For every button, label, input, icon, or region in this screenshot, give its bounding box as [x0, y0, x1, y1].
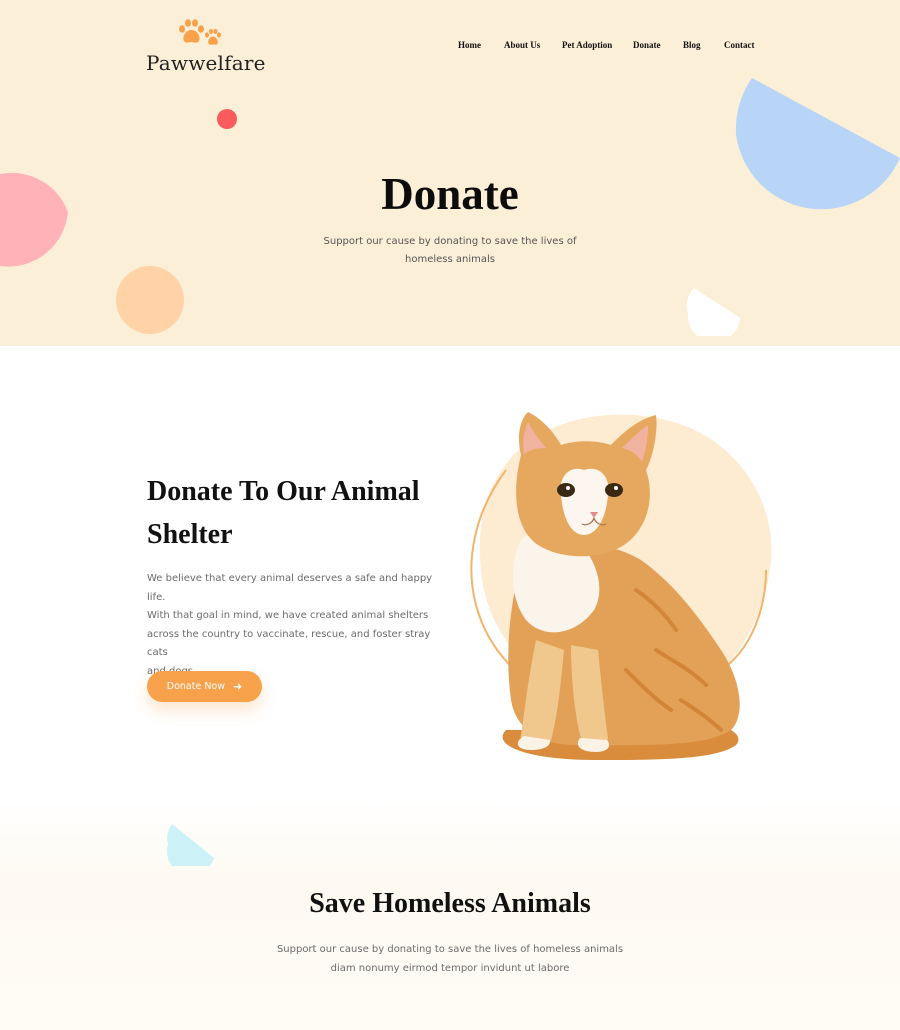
save-homeless-title: Save Homeless Animals — [309, 888, 591, 919]
page-title: Donate — [381, 169, 519, 219]
save-homeless-subtitle: Support our cause by donating to save th… — [250, 941, 650, 978]
brand-logo[interactable]: Pawwelfare — [146, 18, 265, 78]
white-half-circle-shape — [686, 288, 740, 336]
donate-title-line-2: Shelter — [147, 519, 233, 550]
brand-name: Pawwelfare — [146, 51, 266, 75]
nav-link-pet-adoption[interactable]: Pet Adoption — [562, 40, 612, 50]
donate-text-line-2: With that goal in mind, we have created … — [147, 610, 429, 621]
red-dot-shape — [217, 109, 237, 129]
nav-link-contact[interactable]: Contact — [724, 40, 755, 50]
donate-text-line-1: We believe that every animal deserves a … — [147, 573, 433, 603]
paw-icon — [179, 19, 221, 45]
donate-title-line-1: Donate To Our Animal — [147, 476, 420, 507]
nav-link-blog[interactable]: Blog — [683, 40, 701, 50]
nav-link-home[interactable]: Home — [458, 40, 481, 50]
hero-banner: Pawwelfare Home About Us Pet Adoption Do… — [0, 0, 900, 346]
peach-circle-shape — [116, 266, 184, 334]
donate-description: We believe that every animal deserves a … — [147, 570, 447, 681]
arrow-right-icon: ➜ — [233, 680, 243, 693]
donate-text-line-3: across the country to vaccinate, rescue,… — [147, 628, 431, 659]
donate-now-button[interactable]: Donate Now ➜ — [147, 671, 262, 702]
cat-image — [470, 412, 772, 760]
donate-now-label: Donate Now — [166, 681, 226, 692]
save-text-line-1: Support our cause by donating to save th… — [276, 944, 624, 955]
hero-subtitle-line-1: Support our cause by donating to save th… — [323, 236, 577, 247]
light-blue-half-circle-shape — [166, 824, 214, 866]
hero-subtitle-line-2: homeless animals — [405, 254, 495, 265]
save-text-line-2: diam nonumy eirmod tempor invidunt ut la… — [330, 962, 570, 974]
hero-subtitle: Support our cause by donating to save th… — [320, 233, 580, 269]
nav-link-about-us[interactable]: About Us — [504, 40, 540, 50]
donate-section-title: Donate To Our Animal Shelter — [147, 470, 467, 556]
nav-link-donate[interactable]: Donate — [633, 40, 661, 50]
